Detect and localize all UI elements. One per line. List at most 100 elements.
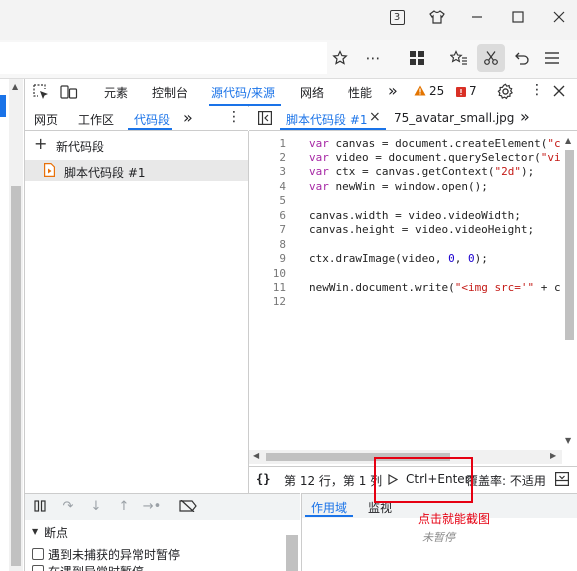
page-scroll-up-icon[interactable]: ▲	[12, 82, 18, 91]
star-icon[interactable]	[328, 46, 352, 70]
editor-scroll-left-icon[interactable]: ◀	[253, 451, 259, 460]
menu-icon[interactable]	[540, 46, 564, 70]
code-keyword: var	[309, 137, 329, 150]
close-devtools-icon[interactable]	[553, 85, 565, 100]
warning-icon[interactable]	[414, 85, 426, 99]
collapse-arrow-icon[interactable]: ▼	[32, 527, 38, 536]
customize-menu-icon[interactable]: ⋮	[530, 82, 544, 102]
pause-caught-label: 在遇到异常时暂停	[48, 563, 144, 571]
plus-icon[interactable]: +	[34, 136, 47, 152]
nav-tab-page[interactable]: 网页	[34, 111, 58, 128]
tab-console[interactable]: 控制台	[152, 84, 188, 104]
code-line: var canvas = document.createElement("c	[309, 137, 561, 150]
editor-scroll-up-icon[interactable]: ▲	[565, 136, 571, 145]
code-keyword: var	[309, 165, 329, 178]
code-line: canvas.height = video.videoHeight;	[309, 223, 535, 236]
browser-titlebar	[0, 0, 577, 40]
coverage-clip: 覆盖率: 不适用	[466, 466, 556, 492]
tab-sources[interactable]: 源代码/来源	[211, 84, 275, 104]
bp-option-2-clip: 在遇到异常时暂停	[25, 562, 285, 571]
line-number: 2	[279, 151, 286, 164]
close-tab-icon[interactable]: ×	[369, 109, 381, 125]
editor-more-tabs-button[interactable]: »	[520, 107, 530, 126]
settings-gear-icon[interactable]	[497, 83, 514, 103]
inspect-element-icon[interactable]	[33, 84, 49, 103]
page-scrollbar-thumb[interactable]	[11, 186, 21, 566]
code-string: "c	[547, 137, 561, 150]
coverage-status: 覆盖率: 不适用	[466, 474, 546, 488]
pause-uncaught-checkbox[interactable]	[32, 548, 44, 560]
code-text: + c	[534, 281, 561, 294]
page-blue-element	[0, 95, 6, 117]
editor-scroll-right-icon[interactable]: ▶	[550, 451, 556, 460]
nav-tab-workspace[interactable]: 工作区	[78, 111, 114, 128]
step-over-icon[interactable]: ↷	[59, 498, 77, 514]
cursor-position: 第 12 行，第 1 列	[284, 474, 383, 488]
editor-tab-image[interactable]: 75_avatar_small.jpg	[394, 111, 514, 125]
snippet-item[interactable]: 脚本代码段 #1	[64, 164, 146, 181]
editor-tab-snippet[interactable]: 脚本代码段 #1	[286, 111, 368, 128]
favorites-icon[interactable]	[447, 46, 471, 70]
nav-more-button[interactable]: »	[183, 108, 193, 127]
tab-count-icon[interactable]: 3	[384, 5, 410, 29]
pause-uncaught-label: 遇到未捕获的异常时暂停	[48, 548, 181, 562]
issue-icon[interactable]	[456, 86, 466, 100]
code-keyword: var	[309, 151, 329, 164]
more-icon[interactable]: ⋯	[361, 46, 385, 70]
deactivate-breakpoints-icon[interactable]	[179, 498, 197, 514]
line-number: 3	[279, 165, 286, 178]
tab-scope[interactable]: 作用域	[311, 499, 347, 516]
line-number: 1	[279, 137, 286, 150]
line-number: 7	[279, 223, 286, 236]
line-number: 5	[279, 194, 286, 207]
tab-performance[interactable]: 性能	[348, 84, 372, 104]
minimize-icon[interactable]	[464, 5, 490, 29]
code-line: var newWin = window.open();	[309, 180, 488, 193]
pretty-print-button[interactable]: {}	[256, 472, 270, 486]
scope-active-indicator	[305, 515, 353, 517]
step-into-icon[interactable]: ↓	[87, 498, 105, 514]
nav-menu-icon[interactable]: ⋮	[227, 109, 241, 125]
line-number: 8	[279, 238, 286, 251]
line-number: 6	[279, 209, 286, 222]
close-icon[interactable]	[546, 5, 572, 29]
snippet-file-icon	[44, 163, 55, 180]
editor-active-indicator	[280, 128, 386, 130]
breakpoints-header[interactable]: 断点	[44, 524, 68, 541]
navigator-panel	[25, 131, 249, 493]
code-text: ctx = canvas.getContext(	[328, 165, 495, 178]
code-text: newWin = window.open();	[328, 180, 488, 193]
line-number: 4	[279, 180, 286, 193]
maximize-icon[interactable]	[505, 5, 531, 29]
address-field[interactable]	[0, 42, 327, 74]
code-line: canvas.width = video.videoWidth;	[309, 209, 521, 222]
nav-tab-snippets[interactable]: 代码段	[134, 111, 170, 128]
toggle-navigator-icon[interactable]	[258, 111, 273, 128]
scissors-icon[interactable]	[479, 46, 503, 70]
code-line: ctx.drawImage(video, 0, 0);	[309, 252, 488, 265]
code-text: canvas = document.createElement(	[328, 137, 548, 150]
debugger-scrollbar[interactable]	[286, 535, 298, 571]
issues-count[interactable]: 7	[469, 84, 477, 104]
step-out-icon[interactable]: ↑	[115, 498, 133, 514]
toggle-drawer-icon[interactable]	[555, 472, 570, 489]
code-text: );	[474, 252, 488, 265]
apps-grid-icon[interactable]	[405, 46, 429, 70]
code-line: var video = document.querySelector("vi	[309, 151, 561, 164]
code-keyword: var	[309, 180, 329, 193]
code-text: ,	[454, 252, 468, 265]
tab-network[interactable]: 网络	[300, 84, 324, 104]
editor-scroll-down-icon[interactable]: ▼	[565, 436, 571, 445]
shirt-icon[interactable]	[424, 5, 450, 29]
device-toolbar-icon[interactable]	[60, 84, 78, 103]
editor-vertical-thumb[interactable]	[565, 150, 574, 340]
pause-icon[interactable]	[31, 498, 49, 514]
step-icon[interactable]: →•	[143, 498, 162, 514]
new-snippet-button[interactable]: 新代码段	[56, 138, 104, 155]
more-tabs-button[interactable]: »	[388, 81, 398, 101]
undo-icon[interactable]	[510, 46, 534, 70]
pause-caught-checkbox[interactable]	[32, 565, 44, 571]
nav-active-indicator	[128, 128, 172, 130]
warnings-count[interactable]: 25	[429, 84, 444, 104]
tab-elements[interactable]: 元素	[104, 84, 128, 104]
